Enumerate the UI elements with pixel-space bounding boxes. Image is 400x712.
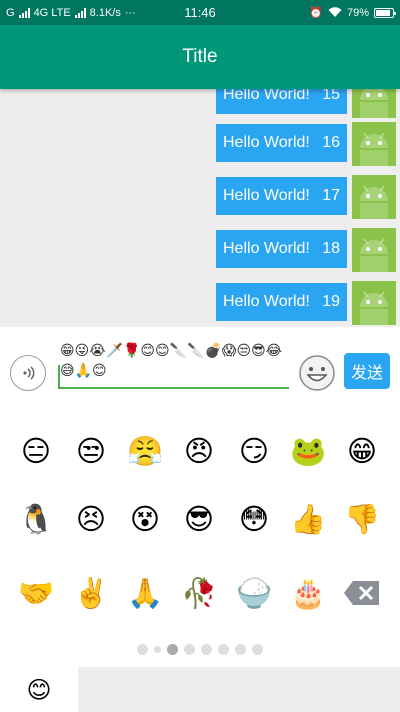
emoji-key[interactable]: 😤 bbox=[125, 431, 165, 471]
emoji-key[interactable]: 😣 bbox=[71, 499, 111, 539]
more-indicator: ··· bbox=[124, 6, 136, 19]
message-row: Hello World! 19 bbox=[0, 281, 400, 325]
emoji-key[interactable]: 🥀 bbox=[179, 573, 219, 613]
emoji-key[interactable]: 🍚 bbox=[234, 573, 274, 613]
emoji-key[interactable]: 😁 bbox=[342, 431, 382, 471]
speed-label: 8.1K/s bbox=[89, 6, 121, 19]
message-input[interactable]: 😁😜😭🗡️🌹😊😊🔪🔪💣😱😒😎😂😅🙏😊 bbox=[58, 337, 289, 389]
message-number: 19 bbox=[322, 293, 340, 310]
message-text: Hello World! bbox=[223, 187, 310, 204]
emoji-key[interactable]: 😵 bbox=[125, 499, 165, 539]
app-bar: Title bbox=[0, 25, 400, 89]
carrier-label: G bbox=[6, 6, 15, 19]
android-avatar-icon[interactable] bbox=[352, 228, 396, 272]
emoji-key[interactable]: 🐧 bbox=[16, 499, 56, 539]
send-button[interactable]: 发送 bbox=[344, 353, 390, 389]
message-text: Hello World! bbox=[223, 134, 310, 151]
grin-face-icon bbox=[299, 355, 335, 391]
emoji-key[interactable]: 😒 bbox=[71, 431, 111, 471]
message-list[interactable]: Hello World! 15 Hello World! 16 Hello Wo… bbox=[0, 89, 400, 327]
emoji-toggle-button[interactable] bbox=[298, 354, 336, 392]
network-label: 4G LTE bbox=[33, 6, 71, 19]
android-avatar-icon[interactable] bbox=[352, 175, 396, 219]
signal-icon bbox=[18, 7, 30, 18]
android-avatar-icon[interactable] bbox=[352, 281, 396, 325]
page-indicator bbox=[0, 644, 400, 655]
status-bar: G 4G LTE 8.1K/s ··· 11:46 ⏰ 79% bbox=[0, 0, 400, 25]
page-dot[interactable] bbox=[235, 644, 246, 655]
message-text: Hello World! bbox=[223, 293, 310, 310]
message-text: Hello World! bbox=[223, 240, 310, 257]
message-number: 16 bbox=[322, 134, 340, 151]
android-avatar-icon[interactable] bbox=[352, 122, 396, 166]
battery-icon bbox=[374, 7, 396, 18]
text-cursor bbox=[58, 365, 60, 387]
android-avatar-icon[interactable] bbox=[352, 89, 396, 118]
message-row: Hello World! 17 bbox=[0, 175, 400, 219]
message-bubble[interactable]: Hello World! 19 bbox=[216, 283, 347, 321]
page-dot[interactable] bbox=[154, 646, 161, 653]
emoji-key[interactable]: 😏 bbox=[234, 431, 274, 471]
emoji-key[interactable]: 😠 bbox=[179, 431, 219, 471]
emoji-category-tab[interactable]: 😊 bbox=[0, 667, 78, 712]
backspace-icon bbox=[344, 581, 379, 605]
voice-input-button[interactable] bbox=[10, 355, 46, 391]
emoji-key[interactable]: 🐸 bbox=[288, 431, 328, 471]
message-text: Hello World! bbox=[223, 89, 310, 103]
message-number: 15 bbox=[322, 89, 340, 103]
wifi-icon bbox=[328, 7, 342, 17]
backspace-button[interactable] bbox=[342, 573, 382, 613]
emoji-key[interactable]: ✌️ bbox=[71, 573, 111, 613]
page-title: Title bbox=[182, 46, 218, 67]
signal-icon-2 bbox=[74, 7, 86, 18]
message-row: Hello World! 18 bbox=[0, 228, 400, 272]
voice-icon bbox=[23, 366, 35, 380]
emoji-key[interactable]: 🤝 bbox=[16, 573, 56, 613]
message-bubble[interactable]: Hello World! 17 bbox=[216, 177, 347, 215]
message-row: Hello World! 15 bbox=[0, 89, 400, 118]
message-number: 17 bbox=[322, 187, 340, 204]
message-bubble[interactable]: Hello World! 18 bbox=[216, 230, 347, 268]
page-dot-active[interactable] bbox=[167, 644, 178, 655]
emoji-key[interactable]: 🎂 bbox=[288, 573, 328, 613]
emoji-key[interactable]: 👎 bbox=[342, 499, 382, 539]
message-bubble[interactable]: Hello World! 16 bbox=[216, 124, 347, 162]
page-dot[interactable] bbox=[137, 644, 148, 655]
message-bubble[interactable]: Hello World! 15 bbox=[216, 89, 347, 114]
alarm-icon: ⏰ bbox=[309, 7, 323, 19]
message-row: Hello World! 16 bbox=[0, 122, 400, 166]
emoji-tab-bar: 😊 bbox=[0, 667, 400, 712]
input-panel: 😁😜😭🗡️🌹😊😊🔪🔪💣😱😒😎😂😅🙏😊 发送 😑 😒 😤 😠 😏 🐸 😁 🐧 😣 … bbox=[0, 327, 400, 712]
emoji-key[interactable]: 😑 bbox=[16, 431, 56, 471]
page-dot[interactable] bbox=[218, 644, 229, 655]
emoji-key[interactable]: 🙏 bbox=[125, 573, 165, 613]
page-dot[interactable] bbox=[201, 644, 212, 655]
page-dot[interactable] bbox=[252, 644, 263, 655]
page-dot[interactable] bbox=[184, 644, 195, 655]
emoji-key[interactable]: 😳 bbox=[234, 499, 274, 539]
battery-percent: 79% bbox=[346, 6, 369, 19]
message-input-text: 😁😜😭🗡️🌹😊😊🔪🔪💣😱😒😎😂😅🙏😊 bbox=[60, 343, 283, 379]
emoji-key[interactable]: 😎 bbox=[179, 499, 219, 539]
emoji-key[interactable]: 👍 bbox=[288, 499, 328, 539]
message-number: 18 bbox=[322, 240, 340, 257]
